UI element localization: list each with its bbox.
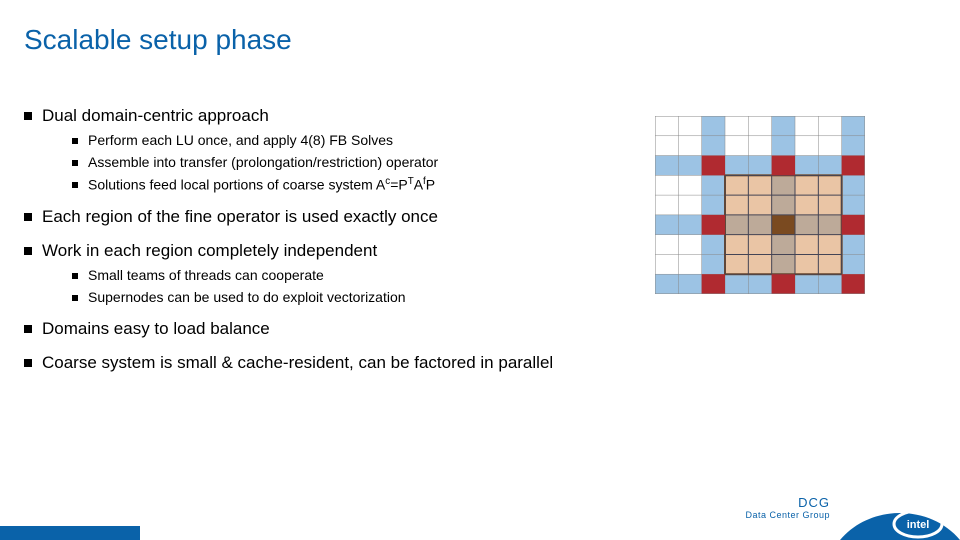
bullet-text: Coarse system is small & cache-resident,… xyxy=(42,353,553,373)
bullet-icon xyxy=(24,213,32,221)
bullet-icon xyxy=(72,273,78,279)
slide-title: Scalable setup phase xyxy=(24,24,292,56)
bullet-level2: Small teams of threads can cooperate xyxy=(72,267,644,283)
bullet-text: Solutions feed local portions of coarse … xyxy=(88,176,435,193)
bullet-icon xyxy=(24,112,32,120)
bullet-level1: Each region of the fine operator is used… xyxy=(24,207,644,227)
bullet-text: Supernodes can be used to do exploit vec… xyxy=(88,289,406,305)
bullet-icon xyxy=(72,295,78,301)
group-label: Data Center Group xyxy=(745,510,830,520)
bullet-text: Assemble into transfer (prolongation/res… xyxy=(88,154,438,170)
footer-label: DCG Data Center Group xyxy=(745,495,830,520)
diagram-svg xyxy=(655,116,865,294)
footer: DCG Data Center Group intel xyxy=(0,494,960,540)
text-fragment: P xyxy=(426,177,435,193)
bullet-level2: Perform each LU once, and apply 4(8) FB … xyxy=(72,132,644,148)
bullet-icon xyxy=(72,160,78,166)
bullet-text: Small teams of threads can cooperate xyxy=(88,267,324,283)
bullet-level2: Supernodes can be used to do exploit vec… xyxy=(72,289,644,305)
footer-accent-bar xyxy=(0,526,140,540)
bullet-level1: Work in each region completely independe… xyxy=(24,241,644,261)
bullet-icon xyxy=(72,138,78,144)
text-fragment: Solutions feed local portions of coarse … xyxy=(88,177,385,193)
bullet-level1: Dual domain-centric approach xyxy=(24,106,644,126)
bullet-text: Work in each region completely independe… xyxy=(42,241,377,261)
bullet-level1: Coarse system is small & cache-resident,… xyxy=(24,353,644,373)
bullet-text: Domains easy to load balance xyxy=(42,319,270,339)
bullet-text: Perform each LU once, and apply 4(8) FB … xyxy=(88,132,393,148)
bullet-icon xyxy=(24,325,32,333)
grid-diagram xyxy=(655,116,865,294)
svg-text:intel: intel xyxy=(907,519,930,531)
bullet-text: Each region of the fine operator is used… xyxy=(42,207,438,227)
bullet-level2: Solutions feed local portions of coarse … xyxy=(72,176,644,193)
text-fragment: A xyxy=(414,177,423,193)
text-fragment: =P xyxy=(390,177,408,193)
bullet-icon xyxy=(72,182,78,188)
intel-logo: intel xyxy=(840,494,960,540)
dcg-label: DCG xyxy=(745,495,830,510)
bullet-icon xyxy=(24,359,32,367)
bullet-level2: Assemble into transfer (prolongation/res… xyxy=(72,154,644,170)
bullet-text: Dual domain-centric approach xyxy=(42,106,269,126)
content-area: Dual domain-centric approach Perform eac… xyxy=(24,92,644,373)
bullet-level1: Domains easy to load balance xyxy=(24,319,644,339)
slide: Scalable setup phase Dual domain-centric… xyxy=(0,0,960,540)
bullet-icon xyxy=(24,247,32,255)
